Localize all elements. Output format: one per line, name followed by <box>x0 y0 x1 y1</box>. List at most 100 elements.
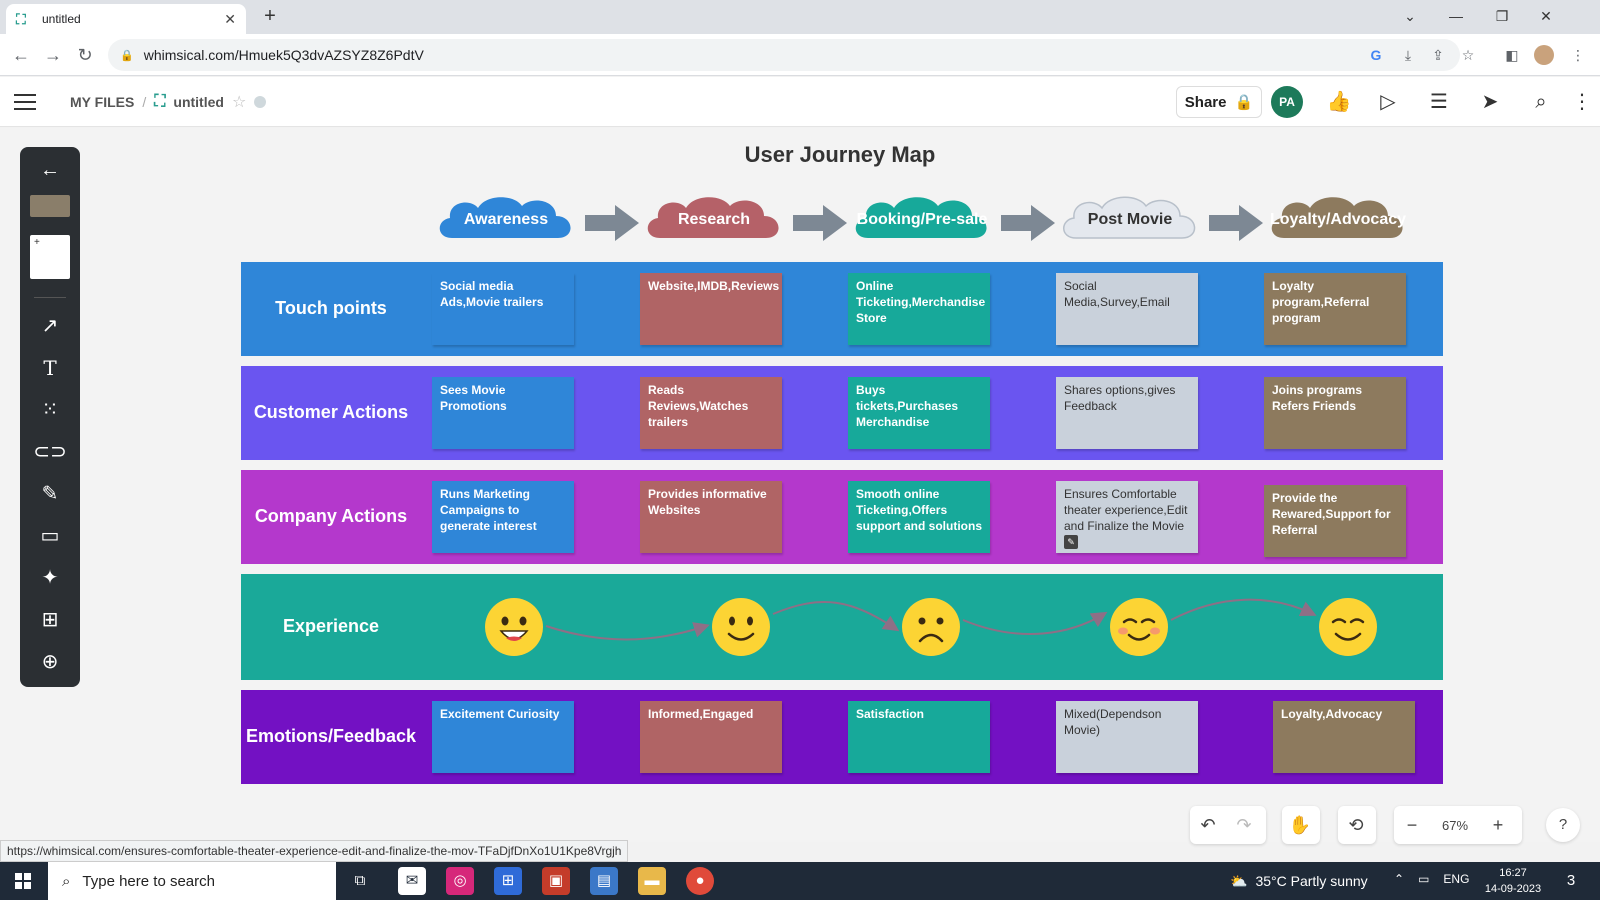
share-button[interactable]: Share 🔒 <box>1176 86 1262 118</box>
blushing-face-icon[interactable] <box>1109 597 1169 657</box>
pen-icon[interactable]: ✎ <box>20 477 80 511</box>
new-tab-button[interactable]: + <box>258 5 282 29</box>
hamburger-menu-icon[interactable] <box>14 91 36 111</box>
grinning-face-icon[interactable] <box>484 597 544 657</box>
sticky-note[interactable]: Sees Movie Promotions <box>432 377 574 449</box>
task-view-icon[interactable]: ⧉ <box>346 867 374 895</box>
thumbs-up-icon[interactable]: 👍 <box>1325 89 1353 115</box>
hand-pan-icon[interactable]: ✋ <box>1282 806 1318 844</box>
link-icon[interactable]: ⊂⊃ <box>20 435 80 469</box>
sticky-note[interactable]: Provides informative Websites <box>640 481 782 553</box>
comments-icon[interactable]: ☰ <box>1425 89 1453 115</box>
journey-row[interactable]: Emotions/Feedback Excitement Curiosity Inf… <box>241 690 1443 784</box>
journey-row[interactable]: Company Actions Runs Marketing Campaigns … <box>241 470 1443 564</box>
add-more-icon[interactable]: ⊕ <box>20 645 80 679</box>
sticky-note[interactable]: Smooth online Ticketing,Offers support a… <box>848 481 990 553</box>
undo-icon[interactable]: ↶ <box>1190 806 1226 844</box>
sticky-note[interactable]: Loyalty,Advocacy <box>1273 701 1415 773</box>
network-icon[interactable]: ▭ <box>1418 872 1429 886</box>
back-arrow-icon[interactable]: ← <box>20 153 80 187</box>
browser-tab[interactable]: ⛶ untitled ✕ <box>6 4 246 34</box>
section-frame-icon[interactable]: ▭ <box>20 519 80 553</box>
profile-avatar-icon[interactable] <box>1534 45 1554 65</box>
tab-search-chevron-icon[interactable]: ⌄ <box>1390 4 1430 28</box>
mail-icon[interactable]: ✉ <box>398 867 426 895</box>
close-window-icon[interactable]: ✕ <box>1526 4 1566 28</box>
my-files-link[interactable]: MY FILES <box>70 94 134 110</box>
sticky-note[interactable]: Ensures Comfortable theater experience,E… <box>1056 481 1198 553</box>
store-icon[interactable]: ⊞ <box>494 867 522 895</box>
reload-icon[interactable]: ↻ <box>72 43 98 67</box>
journey-row[interactable]: Experience <box>241 574 1443 680</box>
close-tab-icon[interactable]: ✕ <box>224 11 236 28</box>
zoom-in-icon[interactable]: + <box>1480 806 1516 844</box>
restore-icon[interactable]: ❐ <box>1482 4 1522 28</box>
stage-4[interactable]: Loyalty/Advocacy <box>1264 190 1412 250</box>
sticky-note[interactable]: Mixed(Dependson Movie) <box>1056 701 1198 773</box>
user-avatar[interactable]: PA <box>1271 86 1303 118</box>
windows-start-icon[interactable] <box>0 862 46 900</box>
board-title[interactable]: User Journey Map <box>640 142 1040 168</box>
smiling-face-icon[interactable] <box>711 597 771 657</box>
app-icon[interactable]: ▣ <box>542 867 570 895</box>
sticky-note-tool[interactable]: + <box>30 235 70 279</box>
sticky-note[interactable]: Website,IMDB,Reviews <box>640 273 782 345</box>
ai-sparkle-icon[interactable]: ✦ <box>20 561 80 595</box>
chrome-icon[interactable]: ● <box>686 867 714 895</box>
connector-arrow-icon[interactable]: ↗ <box>20 309 80 343</box>
sticky-note[interactable]: Buys tickets,Purchases Merchandise <box>848 377 990 449</box>
search-icon[interactable]: ⌕ <box>1527 89 1555 115</box>
doc-title[interactable]: untitled <box>173 94 224 110</box>
edit-link-icon[interactable]: ✎ <box>1064 535 1078 549</box>
sticky-note[interactable]: Excitement Curiosity <box>432 701 574 773</box>
file-explorer-icon[interactable]: ▬ <box>638 867 666 895</box>
sticky-note[interactable]: Joins programs Refers Friends <box>1264 377 1406 449</box>
tray-chevron-icon[interactable]: ⌃ <box>1394 872 1404 886</box>
sticky-note[interactable]: Loyalty program,Referral program <box>1264 273 1406 345</box>
language-indicator[interactable]: ENG <box>1443 872 1469 886</box>
favorite-star-icon[interactable]: ☆ <box>232 92 246 112</box>
journey-row[interactable]: Touch points Social media Ads,Movie trail… <box>241 262 1443 356</box>
bookmark-star-icon[interactable]: ☆ <box>1458 45 1478 65</box>
redo-icon[interactable]: ↷ <box>1226 806 1262 844</box>
taskbar-search[interactable]: ⌕ Type here to search <box>48 862 336 900</box>
forward-icon[interactable]: → <box>40 43 66 67</box>
card-tool[interactable] <box>30 195 70 217</box>
side-panel-icon[interactable]: ◧ <box>1502 45 1522 65</box>
sticky-note[interactable]: Satisfaction <box>848 701 990 773</box>
shapes-grid-icon[interactable]: ⁙ <box>20 393 80 427</box>
more-menu-icon[interactable]: ⋮ <box>1568 89 1596 115</box>
clock[interactable]: 16:27 14-09-2023 <box>1478 865 1548 897</box>
files-app-icon[interactable]: ▤ <box>590 867 618 895</box>
frowning-face-icon[interactable] <box>901 597 961 657</box>
history-icon[interactable]: ⟲ <box>1338 806 1374 844</box>
sticky-note[interactable]: Online Ticketing,Merchandise Store <box>848 273 990 345</box>
stage-1[interactable]: Research <box>640 190 788 250</box>
templates-icon[interactable]: ⊞ <box>20 603 80 637</box>
text-tool-icon[interactable]: T <box>20 351 80 385</box>
browser-menu-icon[interactable]: ⋮ <box>1568 45 1588 65</box>
share-page-icon[interactable]: ⇪ <box>1428 45 1448 65</box>
notifications-icon[interactable]: 3 <box>1556 867 1586 895</box>
back-icon[interactable]: ← <box>8 43 34 67</box>
sticky-note[interactable]: Provide the Rewared,Support for Referral <box>1264 485 1406 557</box>
sticky-note[interactable]: Social Media,Survey,Email <box>1056 273 1198 345</box>
weather-widget[interactable]: ⛅ 35°C Partly sunny <box>1230 862 1368 900</box>
address-bar[interactable]: 🔒 whimsical.com/Hmuek5Q3dvAZSYZ8Z6PdtV <box>108 39 1460 71</box>
sticky-note[interactable]: Runs Marketing Campaigns to generate int… <box>432 481 574 553</box>
google-icon[interactable]: G <box>1366 45 1386 65</box>
minimize-icon[interactable]: — <box>1436 4 1476 28</box>
stage-2[interactable]: Booking/Pre-sale <box>848 190 996 250</box>
sticky-note[interactable]: Reads Reviews,Watches trailers <box>640 377 782 449</box>
sticky-note[interactable]: Informed,Engaged <box>640 701 782 773</box>
send-icon[interactable]: ➤ <box>1476 89 1504 115</box>
stage-0[interactable]: Awareness <box>432 190 580 250</box>
sticky-note[interactable]: Shares options,gives Feedback <box>1056 377 1198 449</box>
smiling-face-icon[interactable] <box>1318 597 1378 657</box>
present-icon[interactable]: ▷ <box>1374 89 1402 115</box>
zoom-level[interactable]: 67% <box>1430 818 1480 833</box>
sticky-note[interactable]: Social media Ads,Movie trailers <box>432 273 574 345</box>
instagram-icon[interactable]: ◎ <box>446 867 474 895</box>
zoom-out-icon[interactable]: − <box>1394 806 1430 844</box>
help-button[interactable]: ? <box>1546 808 1580 842</box>
